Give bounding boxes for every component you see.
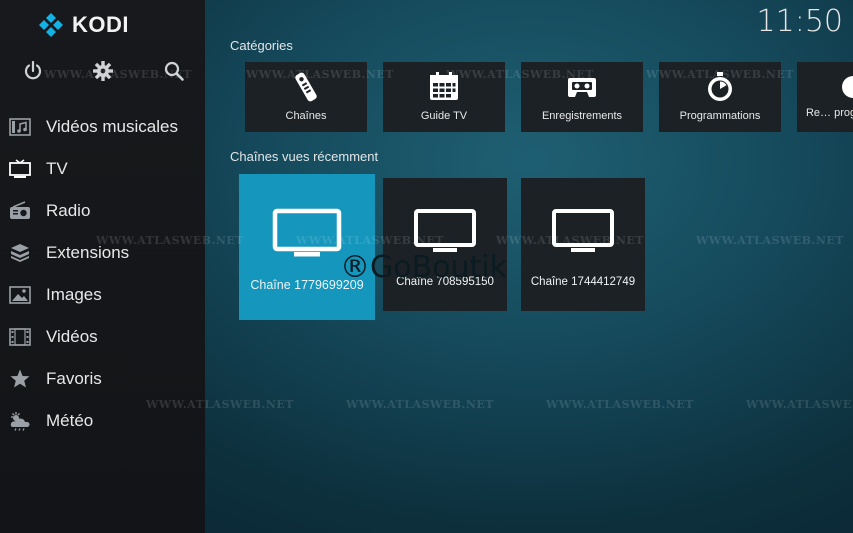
videos-icon xyxy=(9,327,31,347)
watermark: WWW.ATLASWEB.NET xyxy=(696,234,844,247)
radio-icon xyxy=(9,201,31,221)
power-icon[interactable] xyxy=(22,60,44,82)
category-label: Guide TV xyxy=(420,110,468,122)
partial-icon xyxy=(797,71,853,103)
menu-item-label: TV xyxy=(46,159,68,178)
clock: 11:50 xyxy=(756,4,843,39)
kodi-logo-icon xyxy=(39,13,63,37)
watermark: WWW.ATLASWEB.NET xyxy=(346,398,494,411)
menu-item-label: Météo xyxy=(46,411,94,430)
menu-item-tv[interactable]: TV xyxy=(0,148,205,190)
brand-watermark: ®GoBoutik xyxy=(340,250,508,285)
tv-icon xyxy=(9,159,31,179)
channel-label: Chaîne 1744412749 xyxy=(530,276,636,288)
category-tile-partial[interactable]: Re… program… xyxy=(797,62,853,132)
menu-item-radio[interactable]: Radio xyxy=(0,190,205,232)
menu-item-label: Vidéos xyxy=(46,327,98,346)
category-label: Re… program… xyxy=(805,107,853,119)
images-icon xyxy=(9,285,31,305)
watermark: WWW.ATLASWEB.NET xyxy=(96,234,244,247)
music-video-icon xyxy=(9,117,31,137)
menu-item-favourites[interactable]: Favoris xyxy=(0,358,205,400)
categories-title: Catégories xyxy=(230,38,293,53)
watermark: WWW.ATLASWEB.NET xyxy=(546,398,694,411)
weather-icon xyxy=(9,411,31,431)
recent-channels-title: Chaînes vues récemment xyxy=(230,149,379,164)
watermark: WWW.ATLASWEB.NET xyxy=(646,68,794,81)
menu-item-music-videos[interactable]: Vidéos musicales xyxy=(0,106,205,148)
category-label: Enregistrements xyxy=(541,110,623,122)
watermark: WWW.ATLASWEB.NET xyxy=(496,234,644,247)
menu-item-videos[interactable]: Vidéos xyxy=(0,316,205,358)
tv-icon xyxy=(272,208,342,258)
menu-item-label: Favoris xyxy=(46,369,102,388)
menu-item-label: Vidéos musicales xyxy=(46,117,178,136)
main-menu: Vidéos musicales TV Radio Extensions Ima… xyxy=(0,106,205,442)
app-name: KODI xyxy=(72,12,129,37)
watermark: WWW.ATLASWEB.NET xyxy=(296,234,444,247)
watermark: WWW.ATLASWEB.NET xyxy=(44,68,192,81)
tv-icon xyxy=(413,208,477,254)
extensions-icon xyxy=(9,243,31,263)
watermark: WWW.ATLASWEB.NET xyxy=(146,398,294,411)
watermark: WWW.ATLASWEB.NET xyxy=(246,68,394,81)
category-label: Chaînes xyxy=(285,110,327,122)
menu-item-label: Radio xyxy=(46,201,91,220)
watermark: WWW.ATLASWEB.NET xyxy=(746,398,853,411)
channel-tile-1779699209[interactable]: Chaîne 1779699209 xyxy=(239,174,375,320)
category-label: Programmations xyxy=(679,110,761,122)
menu-item-images[interactable]: Images xyxy=(0,274,205,316)
kodi-logo: KODI xyxy=(38,12,129,38)
tv-icon xyxy=(551,208,615,254)
watermark: WWW.ATLASWEB.NET xyxy=(446,68,594,81)
star-icon xyxy=(9,369,31,389)
menu-item-label: Images xyxy=(46,285,102,304)
